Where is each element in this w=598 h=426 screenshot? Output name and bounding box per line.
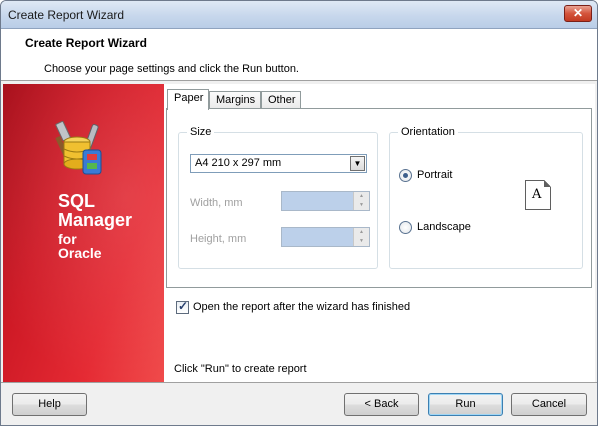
width-label: Width, mm [190,197,243,209]
product-name: SQL Manager for Oracle [58,192,132,261]
portrait-label[interactable]: Portrait [417,169,452,181]
open-after-finish-label[interactable]: Open the report after the wizard has fin… [193,301,410,313]
product-name-line1: SQL [58,191,96,211]
header-subtitle: Choose your page settings and click the … [44,63,299,75]
portrait-radio[interactable] [399,169,412,182]
paper-size-value: A4 210 x 297 mm [195,157,282,169]
wizard-header: Create Report Wizard Choose your page se… [1,29,597,81]
product-name-line3: for [58,230,77,247]
portrait-page-icon: A [525,180,551,210]
close-icon[interactable]: ✕ [564,5,592,22]
spin-down-icon[interactable]: ▼ [354,237,369,246]
width-spinner[interactable]: ▲ ▼ [281,191,370,211]
spin-up-icon[interactable]: ▲ [354,192,369,201]
help-button[interactable]: Help [12,393,87,416]
height-spin-buttons[interactable]: ▲ ▼ [353,228,369,246]
button-bar: Help < Back Run Cancel [1,382,597,425]
product-name-line2: Manager [58,209,133,230]
paper-size-select[interactable]: A4 210 x 297 mm ▼ [190,154,367,173]
landscape-label[interactable]: Landscape [417,221,471,233]
orientation-group-legend: Orientation [398,126,458,138]
cancel-button[interactable]: Cancel [511,393,587,416]
back-button-label: < Back [364,398,399,410]
cancel-button-label: Cancel [531,398,567,410]
spin-up-icon[interactable]: ▲ [354,228,369,237]
dropdown-arrow-icon[interactable]: ▼ [350,156,365,171]
tab-other[interactable]: Other [261,91,301,109]
tab-paper[interactable]: Paper [167,89,209,110]
wizard-content: Paper Margins Other Size A4 210 x 297 mm… [164,84,595,382]
help-button-label: Help [38,398,61,410]
back-button[interactable]: < Back [344,393,419,416]
header-title: Create Report Wizard [25,36,147,50]
create-report-wizard-window: Create Report Wizard ✕ Create Report Wiz… [0,0,598,426]
product-banner: SQL Manager for Oracle [3,84,164,382]
landscape-radio[interactable] [399,221,412,234]
window-title: Create Report Wizard [8,8,125,22]
run-button-label: Run [455,398,476,410]
run-button[interactable]: Run [428,393,503,416]
height-label: Height, mm [190,233,247,245]
title-bar[interactable]: Create Report Wizard ✕ [1,1,597,29]
open-after-finish-checkbox[interactable] [176,299,189,314]
size-group: Size A4 210 x 297 mm ▼ Width, mm ▲ ▼ Hei… [178,126,378,269]
paper-tab-panel: Size A4 210 x 297 mm ▼ Width, mm ▲ ▼ Hei… [166,108,592,288]
run-hint-text: Click "Run" to create report [174,363,307,375]
orientation-group: Orientation Portrait Landscape A [389,126,583,269]
product-name-line4: Oracle [58,245,102,262]
width-spin-buttons[interactable]: ▲ ▼ [353,192,369,210]
tab-margins[interactable]: Margins [209,91,261,109]
database-tools-icon [55,120,102,175]
height-spinner[interactable]: ▲ ▼ [281,227,370,247]
spin-down-icon[interactable]: ▼ [354,201,369,210]
size-group-legend: Size [187,126,215,138]
page-preview-letter: A [532,187,542,202]
